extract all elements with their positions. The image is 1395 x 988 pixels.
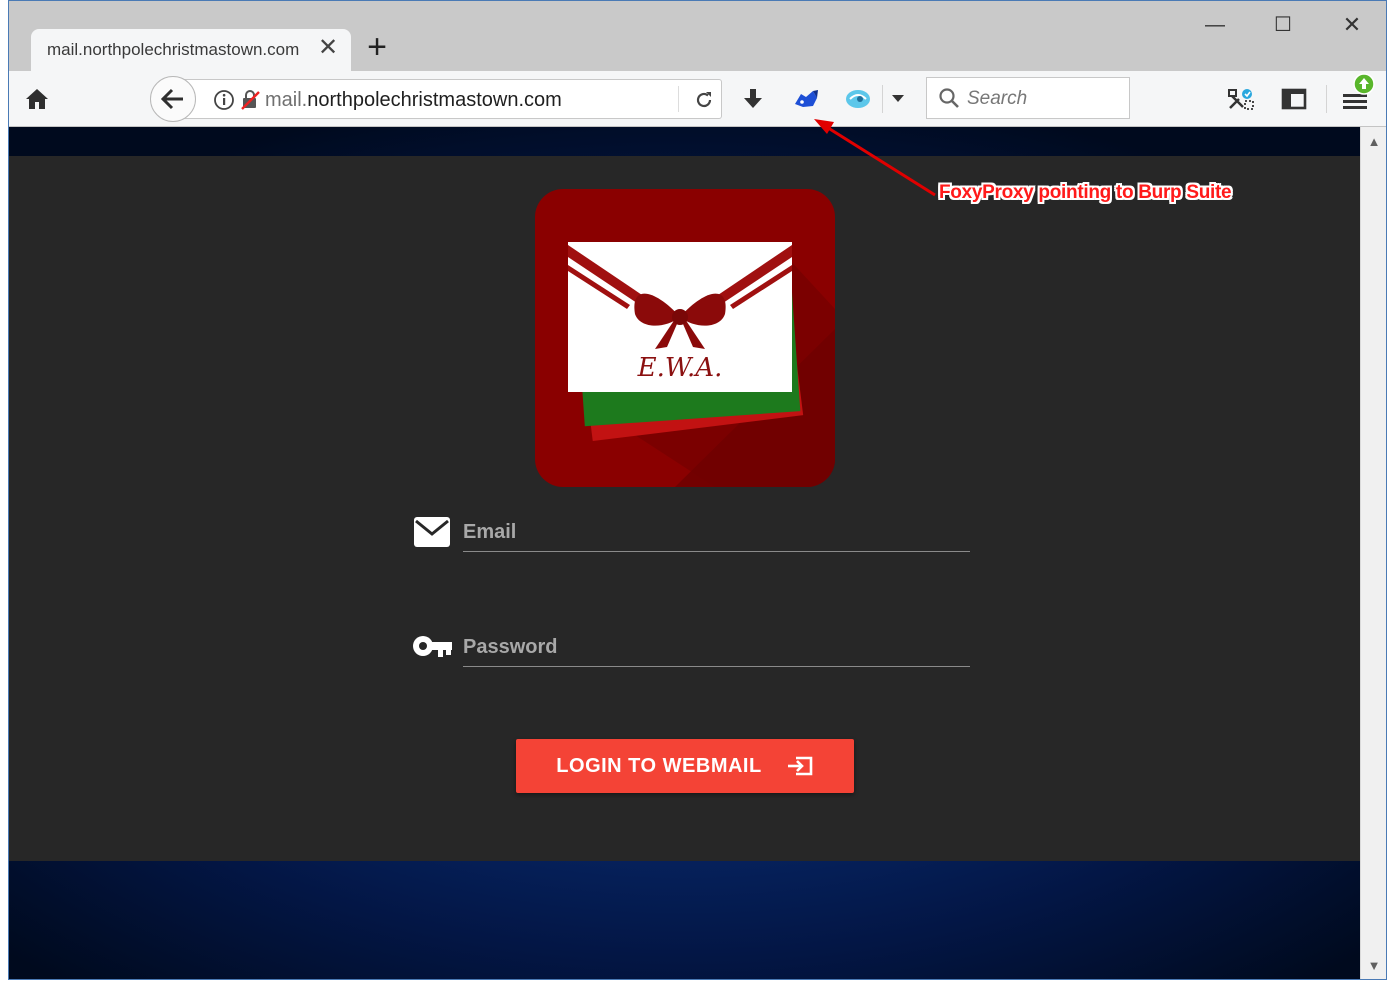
sidebar-icon[interactable] — [1276, 81, 1312, 117]
webpage-content: E.W.A. Email Password LOGIN TO WEBMAIL — [9, 127, 1360, 979]
close-window-button[interactable]: ✕ — [1322, 5, 1382, 45]
search-bar[interactable]: Search — [926, 77, 1130, 119]
new-tab-button[interactable]: + — [361, 29, 393, 65]
password-label: Password — [463, 636, 558, 658]
password-field[interactable]: Password — [463, 616, 970, 667]
toolbar-separator-2 — [1326, 85, 1327, 113]
download-icon[interactable] — [735, 81, 771, 117]
minimize-button[interactable]: — — [1185, 5, 1245, 45]
home-icon[interactable] — [19, 81, 55, 117]
url-text: mail.northpolechristmastown.com — [265, 89, 562, 111]
back-arrow-icon — [161, 88, 183, 110]
annotation-arrow — [814, 119, 936, 197]
insecure-lock-icon[interactable] — [232, 82, 268, 118]
browser-window: mail.northpolechristmastown.com ✕ + — ☐ … — [8, 0, 1387, 980]
back-button[interactable] — [150, 76, 196, 122]
update-badge-icon[interactable] — [1353, 73, 1375, 95]
login-button-label: LOGIN TO WEBMAIL — [556, 754, 762, 777]
tab-title: mail.northpolechristmastown.com — [47, 40, 300, 59]
tab-close-icon[interactable]: ✕ — [315, 35, 341, 61]
annotation-label: FoxyProxy pointing to Burp Suite — [939, 182, 1232, 203]
scroll-up-icon[interactable]: ▲ — [1361, 131, 1386, 153]
search-placeholder: Search — [967, 88, 1028, 109]
envelope-icon — [413, 516, 451, 548]
login-button[interactable]: LOGIN TO WEBMAIL — [516, 739, 854, 793]
url-separator — [678, 86, 679, 112]
email-field[interactable]: Email — [463, 501, 970, 552]
url-bar[interactable]: mail.northpolechristmastown.com — [174, 79, 722, 119]
navigation-toolbar: mail.northpolechristmastown.com Search — [9, 71, 1386, 127]
scroll-down-icon[interactable]: ▼ — [1361, 955, 1386, 977]
vertical-scrollbar[interactable]: ▲ ▼ — [1360, 127, 1386, 979]
maximize-button[interactable]: ☐ — [1253, 5, 1313, 45]
browser-tab[interactable]: mail.northpolechristmastown.com ✕ — [31, 29, 351, 71]
ewa-logo: E.W.A. — [535, 189, 835, 487]
login-exit-icon — [786, 754, 814, 778]
tab-strip: mail.northpolechristmastown.com ✕ + — ☐ … — [9, 1, 1386, 71]
key-icon — [412, 633, 454, 659]
email-label: Email — [463, 521, 517, 543]
reload-icon[interactable] — [686, 82, 722, 118]
extension-tools-icon[interactable] — [1223, 81, 1259, 117]
login-panel: E.W.A. Email Password LOGIN TO WEBMAIL — [9, 156, 1360, 861]
logo-text: E.W.A. — [637, 353, 723, 383]
